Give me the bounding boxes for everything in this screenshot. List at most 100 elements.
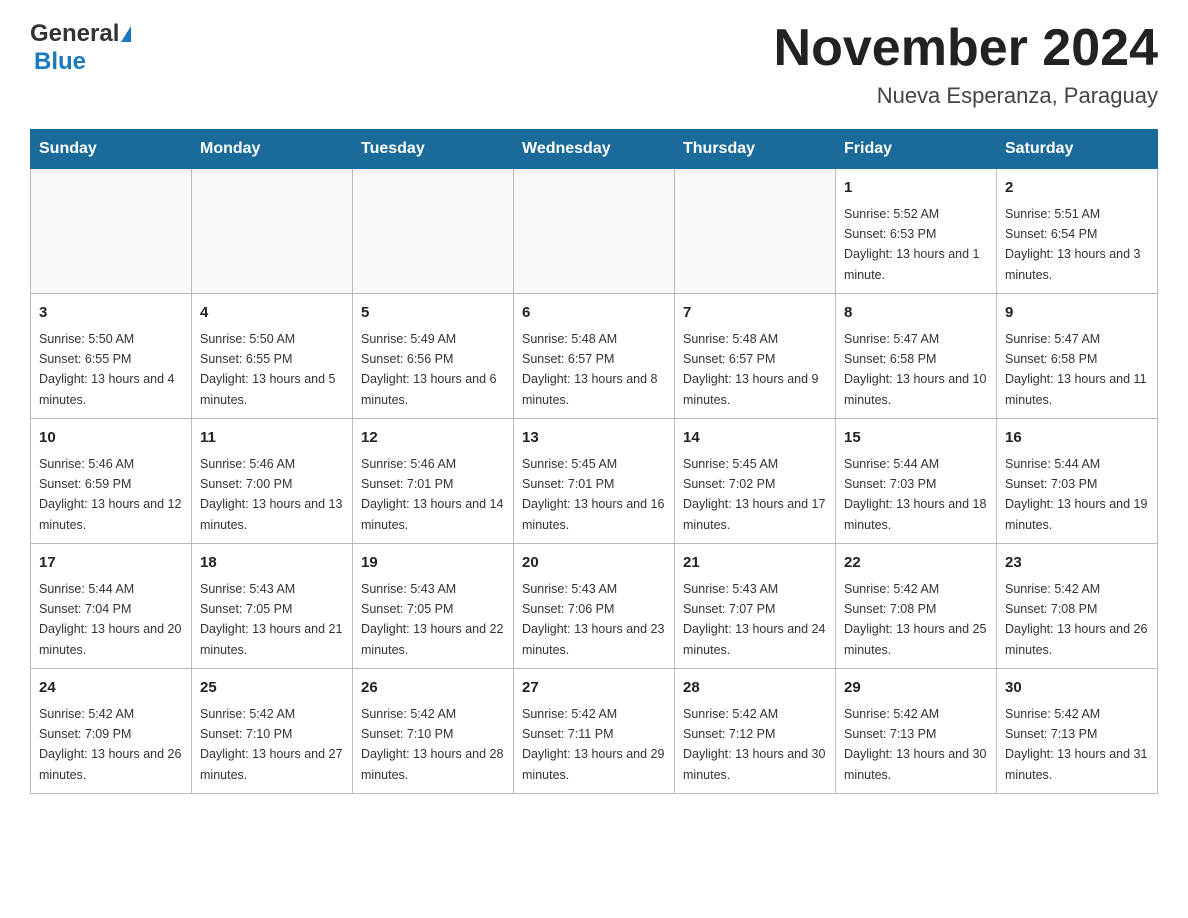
weekday-header-tuesday: Tuesday — [353, 130, 514, 169]
title-section: November 2024 Nueva Esperanza, Paraguay — [774, 20, 1158, 109]
day-number: 22 — [844, 552, 988, 575]
day-number: 18 — [200, 552, 344, 575]
day-number: 28 — [683, 677, 827, 700]
calendar-cell: 20 Sunrise: 5:43 AM Sunset: 7:06 PM Dayli… — [514, 544, 675, 669]
day-info: Sunrise: 5:42 AM Sunset: 7:11 PM Dayligh… — [522, 707, 664, 782]
calendar-cell: 19 Sunrise: 5:43 AM Sunset: 7:05 PM Dayli… — [353, 544, 514, 669]
day-info: Sunrise: 5:43 AM Sunset: 7:05 PM Dayligh… — [361, 582, 503, 657]
calendar-cell: 7 Sunrise: 5:48 AM Sunset: 6:57 PM Daylig… — [675, 294, 836, 419]
calendar-cell: 27 Sunrise: 5:42 AM Sunset: 7:11 PM Dayli… — [514, 669, 675, 794]
month-title: November 2024 — [774, 20, 1158, 77]
day-info: Sunrise: 5:43 AM Sunset: 7:07 PM Dayligh… — [683, 582, 825, 657]
weekday-header-monday: Monday — [192, 130, 353, 169]
day-info: Sunrise: 5:52 AM Sunset: 6:53 PM Dayligh… — [844, 207, 980, 282]
day-number: 23 — [1005, 552, 1149, 575]
day-number: 24 — [39, 677, 183, 700]
day-number: 12 — [361, 427, 505, 450]
day-info: Sunrise: 5:42 AM Sunset: 7:10 PM Dayligh… — [200, 707, 342, 782]
day-number: 20 — [522, 552, 666, 575]
calendar-cell: 26Sunrise: 5:42 AM Sunset: 7:10 PM Dayli… — [353, 669, 514, 794]
calendar-cell: 1 Sunrise: 5:52 AM Sunset: 6:53 PM Daylig… — [836, 169, 997, 294]
calendar-cell: 6 Sunrise: 5:48 AM Sunset: 6:57 PM Daylig… — [514, 294, 675, 419]
day-info: Sunrise: 5:44 AM Sunset: 7:04 PM Dayligh… — [39, 582, 181, 657]
day-number: 29 — [844, 677, 988, 700]
logo-general-text: General — [30, 20, 119, 48]
calendar-cell: 29Sunrise: 5:42 AM Sunset: 7:13 PM Dayli… — [836, 669, 997, 794]
day-info: Sunrise: 5:44 AM Sunset: 7:03 PM Dayligh… — [844, 457, 986, 532]
day-info: Sunrise: 5:51 AM Sunset: 6:54 PM Dayligh… — [1005, 207, 1141, 282]
day-number: 17 — [39, 552, 183, 575]
day-number: 5 — [361, 302, 505, 325]
calendar-week-row: 3Sunrise: 5:50 AM Sunset: 6:55 PM Daylig… — [31, 294, 1158, 419]
location-text: Nueva Esperanza, Paraguay — [774, 83, 1158, 109]
day-info: Sunrise: 5:43 AM Sunset: 7:06 PM Dayligh… — [522, 582, 664, 657]
calendar-cell: 2 Sunrise: 5:51 AM Sunset: 6:54 PM Daylig… — [997, 169, 1158, 294]
weekday-header-wednesday: Wednesday — [514, 130, 675, 169]
calendar-cell: 28Sunrise: 5:42 AM Sunset: 7:12 PM Dayli… — [675, 669, 836, 794]
calendar-week-row: 17 Sunrise: 5:44 AM Sunset: 7:04 PM Dayli… — [31, 544, 1158, 669]
day-number: 27 — [522, 677, 666, 700]
day-number: 13 — [522, 427, 666, 450]
calendar-week-row: 1 Sunrise: 5:52 AM Sunset: 6:53 PM Daylig… — [31, 169, 1158, 294]
day-number: 6 — [522, 302, 666, 325]
calendar-cell: 30 Sunrise: 5:42 AM Sunset: 7:13 PM Dayli… — [997, 669, 1158, 794]
day-info: Sunrise: 5:49 AM Sunset: 6:56 PM Dayligh… — [361, 332, 497, 407]
calendar-week-row: 10 Sunrise: 5:46 AM Sunset: 6:59 PM Dayli… — [31, 419, 1158, 544]
day-number: 26 — [361, 677, 505, 700]
day-number: 14 — [683, 427, 827, 450]
day-number: 11 — [200, 427, 344, 450]
day-info: Sunrise: 5:42 AM Sunset: 7:09 PM Dayligh… — [39, 707, 181, 782]
day-number: 8 — [844, 302, 988, 325]
day-number: 9 — [1005, 302, 1149, 325]
day-number: 21 — [683, 552, 827, 575]
day-info: Sunrise: 5:43 AM Sunset: 7:05 PM Dayligh… — [200, 582, 342, 657]
calendar-cell: 3Sunrise: 5:50 AM Sunset: 6:55 PM Daylig… — [31, 294, 192, 419]
weekday-header-saturday: Saturday — [997, 130, 1158, 169]
day-info: Sunrise: 5:45 AM Sunset: 7:02 PM Dayligh… — [683, 457, 825, 532]
calendar-cell — [192, 169, 353, 294]
calendar-cell: 15 Sunrise: 5:44 AM Sunset: 7:03 PM Dayli… — [836, 419, 997, 544]
calendar-cell: 16 Sunrise: 5:44 AM Sunset: 7:03 PM Dayli… — [997, 419, 1158, 544]
calendar-header-row: SundayMondayTuesdayWednesdayThursdayFrid… — [31, 130, 1158, 169]
day-info: Sunrise: 5:50 AM Sunset: 6:55 PM Dayligh… — [39, 332, 175, 407]
day-info: Sunrise: 5:48 AM Sunset: 6:57 PM Dayligh… — [522, 332, 658, 407]
calendar-cell — [675, 169, 836, 294]
calendar-cell: 8Sunrise: 5:47 AM Sunset: 6:58 PM Daylig… — [836, 294, 997, 419]
weekday-header-friday: Friday — [836, 130, 997, 169]
day-number: 4 — [200, 302, 344, 325]
calendar-cell: 25Sunrise: 5:42 AM Sunset: 7:10 PM Dayli… — [192, 669, 353, 794]
day-info: Sunrise: 5:46 AM Sunset: 7:00 PM Dayligh… — [200, 457, 342, 532]
day-number: 19 — [361, 552, 505, 575]
day-number: 30 — [1005, 677, 1149, 700]
day-number: 2 — [1005, 177, 1149, 200]
logo-triangle-icon — [121, 26, 131, 42]
day-number: 7 — [683, 302, 827, 325]
day-info: Sunrise: 5:44 AM Sunset: 7:03 PM Dayligh… — [1005, 457, 1147, 532]
day-number: 1 — [844, 177, 988, 200]
calendar-cell: 4 Sunrise: 5:50 AM Sunset: 6:55 PM Daylig… — [192, 294, 353, 419]
calendar-cell: 21 Sunrise: 5:43 AM Sunset: 7:07 PM Dayli… — [675, 544, 836, 669]
logo-blue-text: Blue — [34, 48, 86, 76]
calendar-cell: 22 Sunrise: 5:42 AM Sunset: 7:08 PM Dayli… — [836, 544, 997, 669]
weekday-header-thursday: Thursday — [675, 130, 836, 169]
day-info: Sunrise: 5:42 AM Sunset: 7:08 PM Dayligh… — [844, 582, 986, 657]
day-number: 16 — [1005, 427, 1149, 450]
day-info: Sunrise: 5:46 AM Sunset: 6:59 PM Dayligh… — [39, 457, 181, 532]
page-header: General Blue November 2024 Nueva Esperan… — [30, 20, 1158, 109]
day-number: 15 — [844, 427, 988, 450]
calendar-table: SundayMondayTuesdayWednesdayThursdayFrid… — [30, 129, 1158, 794]
calendar-cell: 24 Sunrise: 5:42 AM Sunset: 7:09 PM Dayli… — [31, 669, 192, 794]
calendar-cell: 12Sunrise: 5:46 AM Sunset: 7:01 PM Dayli… — [353, 419, 514, 544]
day-info: Sunrise: 5:45 AM Sunset: 7:01 PM Dayligh… — [522, 457, 664, 532]
calendar-cell: 13 Sunrise: 5:45 AM Sunset: 7:01 PM Dayli… — [514, 419, 675, 544]
calendar-cell: 14 Sunrise: 5:45 AM Sunset: 7:02 PM Dayli… — [675, 419, 836, 544]
calendar-cell — [31, 169, 192, 294]
calendar-week-row: 24 Sunrise: 5:42 AM Sunset: 7:09 PM Dayli… — [31, 669, 1158, 794]
day-number: 10 — [39, 427, 183, 450]
day-info: Sunrise: 5:42 AM Sunset: 7:13 PM Dayligh… — [1005, 707, 1147, 782]
calendar-cell: 18 Sunrise: 5:43 AM Sunset: 7:05 PM Dayli… — [192, 544, 353, 669]
day-info: Sunrise: 5:48 AM Sunset: 6:57 PM Dayligh… — [683, 332, 819, 407]
day-info: Sunrise: 5:47 AM Sunset: 6:58 PM Dayligh… — [1005, 332, 1147, 407]
day-info: Sunrise: 5:50 AM Sunset: 6:55 PM Dayligh… — [200, 332, 336, 407]
calendar-cell — [353, 169, 514, 294]
